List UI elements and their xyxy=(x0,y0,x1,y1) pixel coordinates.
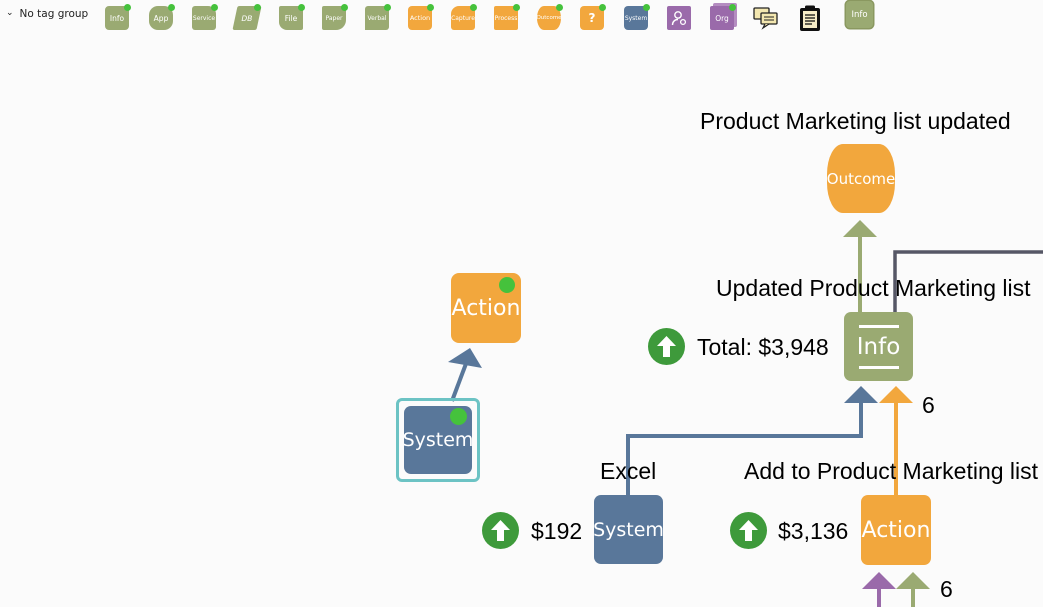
cost-up-icon xyxy=(730,512,767,549)
status-dot xyxy=(427,4,434,11)
toolbar: ⌄ No tag group Info App Service DB File xyxy=(0,0,1043,36)
palette-capture[interactable]: Capture xyxy=(451,4,477,30)
status-dot xyxy=(599,4,606,11)
arrow-head xyxy=(448,348,482,368)
excel-title: Excel xyxy=(600,458,657,484)
info-node[interactable]: Info xyxy=(844,312,913,381)
add-count: 6 xyxy=(940,576,953,602)
palette-person[interactable] xyxy=(667,4,693,30)
arrow-head xyxy=(879,386,913,403)
status-dot xyxy=(499,277,515,293)
chevron-down-icon: ⌄ xyxy=(6,8,14,18)
tag-group-label: No tag group xyxy=(19,8,89,20)
arrow-head xyxy=(844,386,878,403)
connector-system-action xyxy=(450,360,469,402)
status-dot xyxy=(556,4,563,11)
arrow-head xyxy=(896,572,930,589)
status-dot xyxy=(643,4,650,11)
info-bar-top xyxy=(858,324,899,328)
info-node-label: Info xyxy=(856,333,901,360)
info-shape: Info xyxy=(846,1,873,28)
palette-system[interactable]: System xyxy=(624,4,650,30)
palette-process[interactable]: Process xyxy=(494,4,520,30)
arrow-head xyxy=(862,572,896,589)
palette-app[interactable]: App xyxy=(149,4,175,30)
status-dot xyxy=(729,4,736,11)
status-dot xyxy=(254,4,261,11)
clipboard-icon xyxy=(800,5,820,31)
status-dot xyxy=(211,4,218,11)
outcome-title: Product Marketing list updated xyxy=(700,108,1011,134)
cost-up-icon xyxy=(482,512,519,549)
palette-clipboard[interactable] xyxy=(797,4,823,31)
info-title: Updated Product Marketing list xyxy=(716,275,1031,301)
cost-up-icon xyxy=(648,328,685,365)
tag-group-toggle[interactable]: ⌄ No tag group xyxy=(6,8,88,20)
palette-outcome[interactable]: Outcome xyxy=(536,4,563,30)
status-dot xyxy=(341,4,348,11)
excel-cost: $192 xyxy=(531,518,583,544)
palette-org[interactable]: Org xyxy=(710,4,736,30)
outcome-node[interactable]: Outcome xyxy=(827,144,895,213)
diagram-canvas[interactable]: Product Marketing list updated Outcome U… xyxy=(0,36,1043,607)
status-dot xyxy=(168,4,175,11)
status-dot xyxy=(513,4,520,11)
add-action-node[interactable]: Action xyxy=(861,495,931,565)
person-gear-icon xyxy=(667,6,691,30)
status-dot xyxy=(124,4,131,11)
palette-comments[interactable] xyxy=(753,4,779,30)
add-cost: $3,136 xyxy=(778,518,849,544)
add-title: Add to Product Marketing list xyxy=(744,458,1039,484)
info-total: Total: $3,948 xyxy=(697,334,829,360)
status-dot xyxy=(470,4,477,11)
status-dot xyxy=(450,408,467,425)
status-dot xyxy=(384,4,391,11)
arrow-head xyxy=(843,220,877,237)
palette-verbal[interactable]: Verbal xyxy=(365,4,391,30)
info-bar-bottom xyxy=(858,365,899,369)
palette-file[interactable]: File xyxy=(279,4,305,30)
info-count: 6 xyxy=(922,392,935,418)
palette-service[interactable]: Service xyxy=(192,4,218,30)
comments-icon xyxy=(753,7,778,30)
palette-info[interactable]: Info xyxy=(105,4,131,30)
palette-paper[interactable]: Paper xyxy=(322,4,348,30)
palette-info-framed[interactable]: Info xyxy=(846,1,876,31)
palette-question[interactable]: ? xyxy=(580,4,606,30)
palette-db[interactable]: DB xyxy=(232,4,262,30)
status-dot xyxy=(298,4,305,11)
palette-action[interactable]: Action xyxy=(408,4,434,30)
excel-system-node[interactable]: System xyxy=(593,495,664,564)
